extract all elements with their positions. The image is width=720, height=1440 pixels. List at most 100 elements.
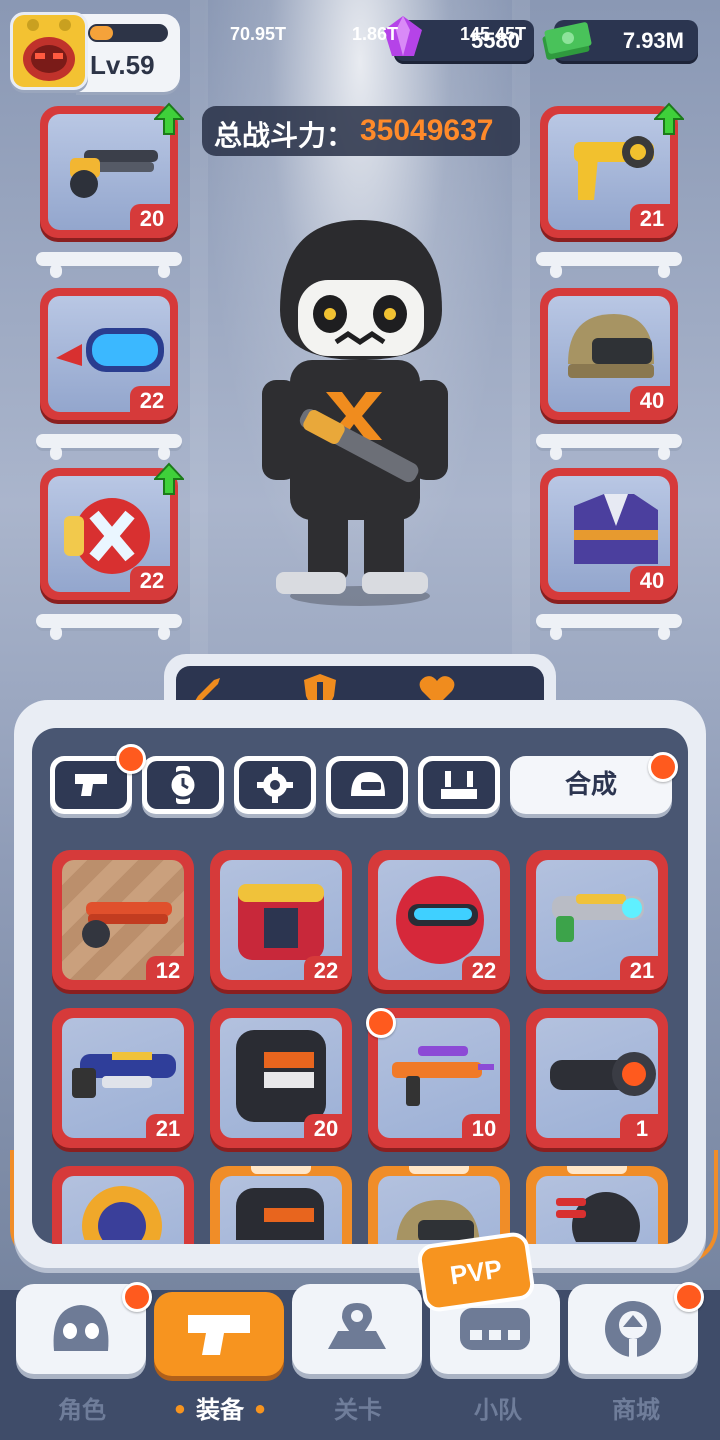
shelf-peg <box>550 626 562 640</box>
cash-value: 7.93M <box>622 28 684 53</box>
tab-watches[interactable] <box>142 756 224 814</box>
nav-stages[interactable] <box>292 1284 422 1374</box>
item-level: 22 <box>304 956 348 986</box>
red-helmet-icon <box>396 876 484 964</box>
tab-gadgets[interactable] <box>234 756 316 814</box>
vest-icon <box>236 1030 326 1122</box>
nav-label-stages: 关卡 <box>334 1396 382 1424</box>
nav-equipment[interactable] <box>154 1292 284 1376</box>
shelf-peg <box>158 626 170 640</box>
nav-label-equipment-text: 装备 <box>196 1396 244 1424</box>
shelf-peg <box>50 446 62 460</box>
equip-slot-goggles[interactable]: 22 <box>40 288 178 420</box>
orb-gadget-icon <box>82 1186 162 1240</box>
smg-icon <box>392 1046 494 1106</box>
nav-label-equipment: • 装备 • <box>172 1396 268 1424</box>
nav-label-squad: 小队 <box>474 1396 522 1424</box>
jacket-icon <box>574 494 658 564</box>
health-value: 145.45T <box>460 24 527 44</box>
item-level: 22 <box>462 956 506 986</box>
item-level: 1 <box>620 1114 664 1144</box>
goggles-icon <box>56 328 164 372</box>
nav-label-shop: 商城 <box>612 1396 660 1424</box>
shelf-peg <box>550 264 562 278</box>
shelf-peg <box>658 446 670 460</box>
robot-avatar-icon <box>13 15 85 87</box>
item-level: 21 <box>620 956 664 986</box>
inventory-item[interactable]: 22 <box>210 850 352 990</box>
notification-dot <box>366 1008 396 1038</box>
inventory-item[interactable]: 20 <box>210 1008 352 1148</box>
armor-icon <box>441 771 477 799</box>
total-power-value: 35049637 <box>360 114 494 147</box>
vest-icon <box>236 1188 324 1240</box>
cash-icon <box>542 22 592 60</box>
notification-dot <box>674 1282 704 1312</box>
shelf-peg <box>658 264 670 278</box>
inventory-item[interactable] <box>210 1166 352 1244</box>
item-level: 20 <box>304 1114 348 1144</box>
inventory-item[interactable] <box>526 1166 668 1244</box>
player-level: Lv.59 <box>90 50 155 80</box>
squad-icon <box>460 1308 530 1350</box>
inventory-item[interactable] <box>52 1166 194 1244</box>
slot-level: 22 <box>130 566 174 596</box>
launcher-icon <box>550 1052 656 1096</box>
inventory-item[interactable] <box>368 1166 510 1244</box>
inventory-item[interactable]: 22 <box>368 850 510 990</box>
player-avatar[interactable] <box>10 12 88 90</box>
inventory-item[interactable]: 21 <box>52 1008 194 1148</box>
shotgun-icon <box>70 150 158 198</box>
gun-icon <box>75 774 107 796</box>
shield-gadget-icon <box>64 498 150 574</box>
shelf-peg <box>158 446 170 460</box>
slot-level: 21 <box>630 204 674 234</box>
defense-value: 1.86T <box>352 24 399 44</box>
shelf-peg <box>50 264 62 278</box>
attack-value: 70.95T <box>230 24 287 44</box>
shelf-peg <box>658 626 670 640</box>
upgrade-arrow-icon <box>154 462 184 495</box>
tab-armor[interactable] <box>418 756 500 814</box>
inventory-item[interactable]: 21 <box>526 850 668 990</box>
helmet-icon <box>568 314 654 378</box>
item-level: 21 <box>146 1114 190 1144</box>
helmet-icon <box>396 1200 480 1240</box>
rifle-icon <box>82 902 172 948</box>
map-pin-icon <box>328 1303 386 1349</box>
notification-dot <box>122 1282 152 1312</box>
slot-level: 22 <box>130 386 174 416</box>
inventory-item[interactable]: 12 <box>52 850 194 990</box>
item-level: 12 <box>146 956 190 986</box>
red-armor-icon <box>238 884 324 960</box>
gear-icon <box>257 767 293 803</box>
total-power-label: 总战斗力： <box>214 119 355 152</box>
item-level: 10 <box>462 1114 506 1144</box>
slot-level: 40 <box>630 386 674 416</box>
nav-label-character: 角色 <box>58 1396 106 1424</box>
upgrade-arrow-icon <box>154 102 184 135</box>
slot-level: 20 <box>130 204 174 234</box>
xp-bar <box>88 24 168 42</box>
inventory-item[interactable]: 1 <box>526 1008 668 1148</box>
slot-level: 40 <box>630 566 674 596</box>
shop-badge-icon <box>605 1301 661 1357</box>
watch-icon <box>168 766 198 804</box>
total-power: 总战斗力： 35049637 <box>202 106 520 156</box>
tab-helmets[interactable] <box>326 756 408 814</box>
player-character[interactable] <box>250 210 470 610</box>
helmet-outline-icon <box>351 772 385 796</box>
gun-icon <box>188 1315 250 1355</box>
equip-slot-armor[interactable]: 40 <box>540 468 678 600</box>
shelf-peg <box>158 264 170 278</box>
notification-dot <box>648 752 678 782</box>
blue-shotgun-icon <box>72 1052 176 1098</box>
shelf-peg <box>50 626 62 640</box>
xp-bar-fill <box>90 26 113 40</box>
blaster-icon <box>552 894 644 942</box>
ammo-drum-icon <box>556 1192 640 1242</box>
equip-slot-helmet[interactable]: 40 <box>540 288 678 420</box>
game-screen: Lv.59 5580 7.93M 总战斗力： 35049637 20 22 22… <box>0 0 720 1440</box>
upgrade-arrow-icon <box>654 102 684 135</box>
shelf-peg <box>550 446 562 460</box>
